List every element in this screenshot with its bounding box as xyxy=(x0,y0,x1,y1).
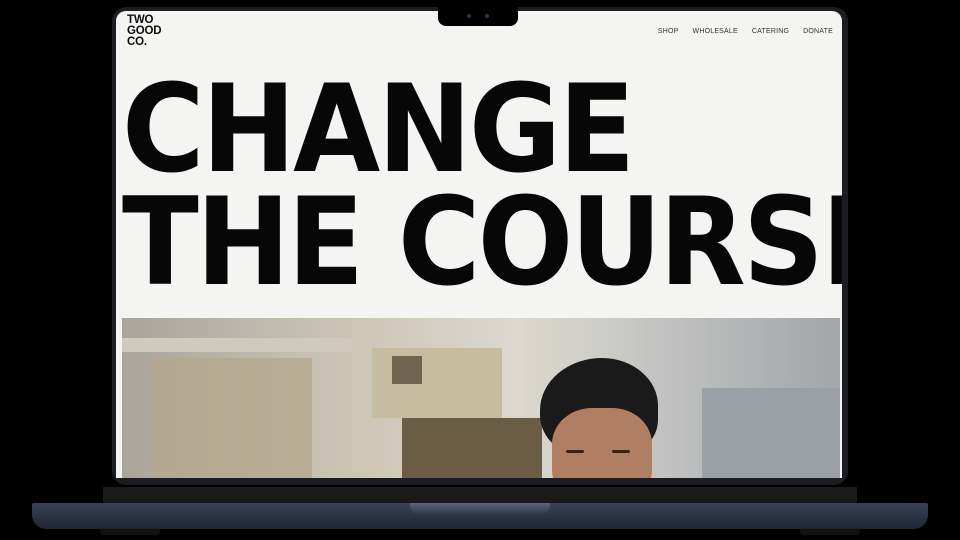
background-crate xyxy=(402,418,542,478)
nav-link-donate[interactable]: DONATE xyxy=(803,28,833,35)
eye xyxy=(566,450,584,453)
headline-line: CHANGE xyxy=(122,59,635,200)
background-shelving xyxy=(152,358,312,478)
laptop-mockup: TWO GOOD CO. SHOP WHOLESALE CATERING DON… xyxy=(0,0,960,540)
background-box xyxy=(392,356,422,384)
website-screen: TWO GOOD CO. SHOP WHOLESALE CATERING DON… xyxy=(116,11,842,478)
laptop-thumb-notch xyxy=(410,503,550,515)
nav-link-catering[interactable]: CATERING xyxy=(752,28,789,35)
background-lockers xyxy=(702,388,840,478)
logo-line: CO. xyxy=(127,36,147,48)
laptop-foot xyxy=(800,529,860,535)
nav-link-wholesale[interactable]: WHOLESALE xyxy=(693,28,738,35)
main-nav: SHOP WHOLESALE CATERING DONATE xyxy=(658,28,833,35)
hero-photo xyxy=(122,318,840,478)
person-face xyxy=(552,408,652,478)
camera-notch xyxy=(438,7,518,26)
shelf xyxy=(122,338,352,352)
nav-link-shop[interactable]: SHOP xyxy=(658,28,679,35)
headline-line: THE COURSE xyxy=(122,172,842,313)
camera-dot xyxy=(485,14,489,18)
camera-dot xyxy=(467,14,471,18)
hero-headline: CHANGE THE COURSE xyxy=(122,59,842,313)
eye xyxy=(612,450,630,453)
laptop-foot xyxy=(100,529,160,535)
site-logo[interactable]: TWO GOOD CO. xyxy=(127,14,162,48)
